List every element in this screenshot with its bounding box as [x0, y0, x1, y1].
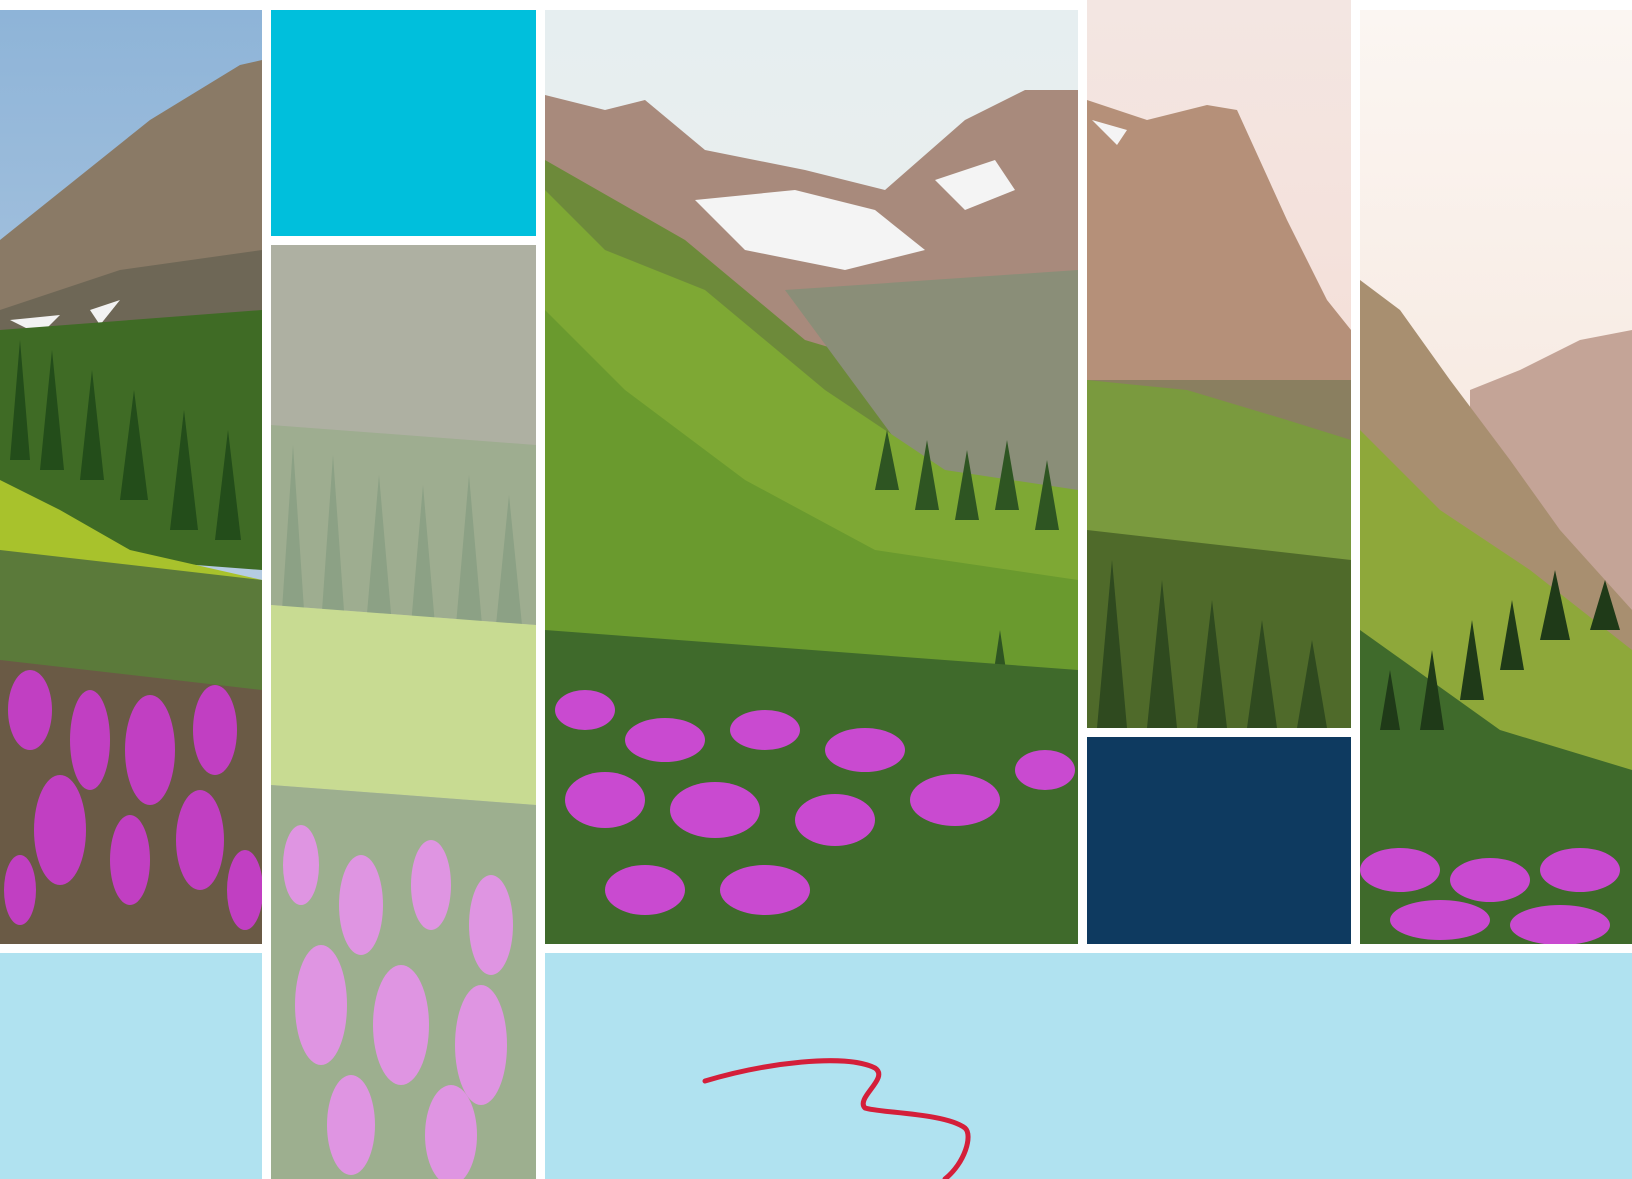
- photo-panel-faded-forest: [271, 245, 536, 1179]
- sunlit-valley-illustration: [1360, 10, 1632, 944]
- photo-panel-rocky-peak: [1087, 0, 1351, 728]
- navy-color-block: [1087, 737, 1351, 944]
- photo-panel-mountain-left: [0, 10, 262, 944]
- photo-panel-sunlit-valley: [1360, 10, 1632, 944]
- swoosh-logo-icon: [702, 1058, 971, 1179]
- snowy-peaks-illustration: [545, 10, 1078, 944]
- photo-panel-snowy-peaks: [545, 10, 1078, 944]
- mountain-photo-illustration: [0, 10, 262, 944]
- cyan-color-block: [271, 10, 536, 236]
- rocky-peak-illustration: [1087, 0, 1351, 728]
- light-blue-block-left: [0, 953, 262, 1179]
- fade-overlay: [271, 245, 536, 1179]
- light-blue-block-main: [545, 953, 1632, 1179]
